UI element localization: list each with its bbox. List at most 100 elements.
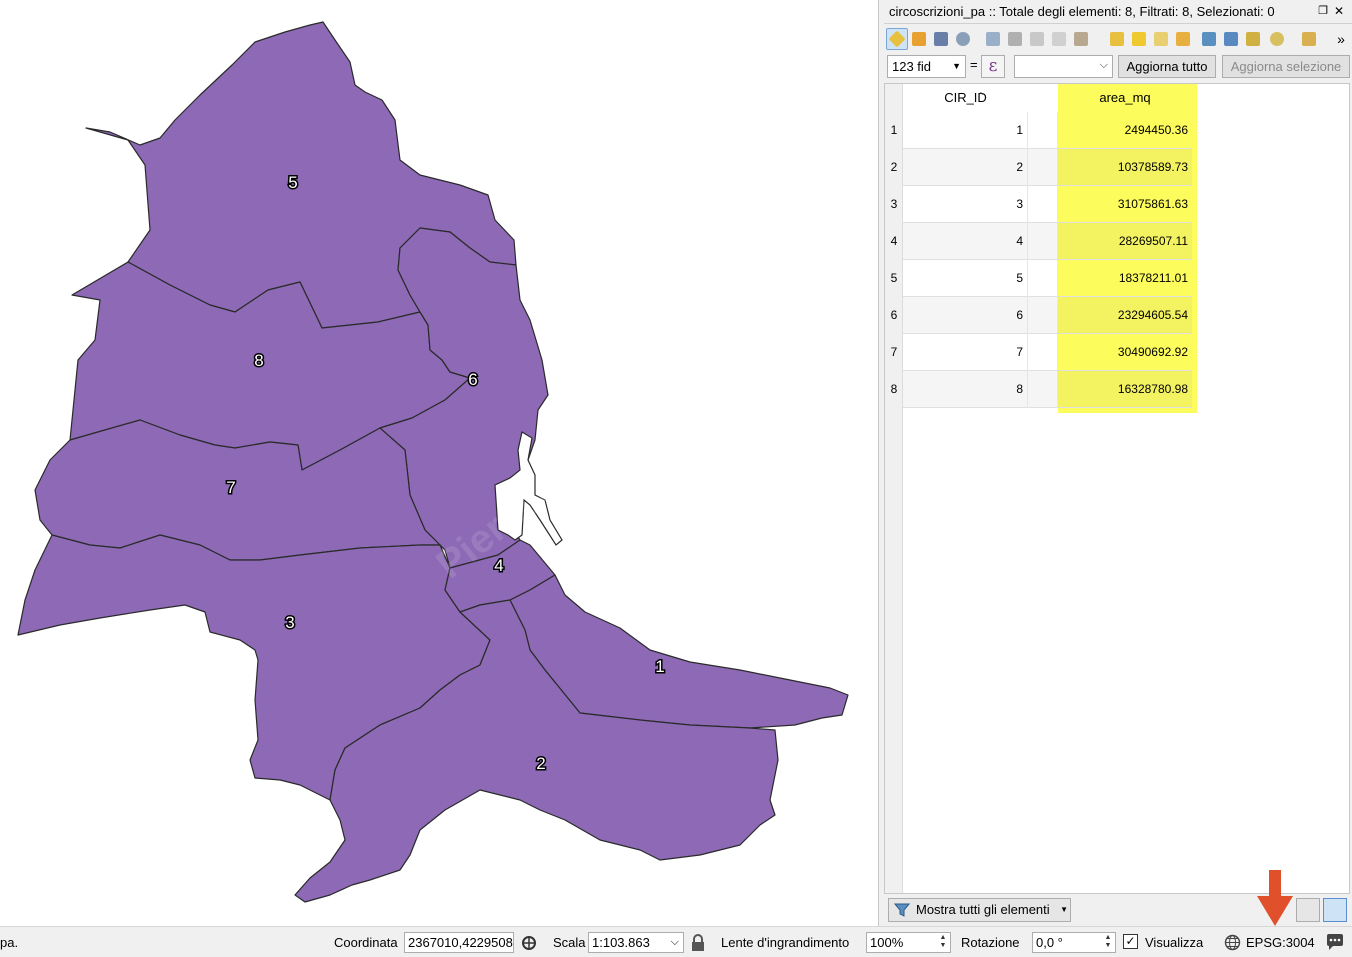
crs-button[interactable]: EPSG:3004 [1246,935,1315,950]
magnifier-field[interactable]: 100% ▲ ▼ [866,932,951,953]
float-panel-icon[interactable]: ❐ [1316,4,1330,18]
annotation-arrow-icon [1257,870,1293,926]
district-label-5: 5 [288,173,297,192]
deselect-icon[interactable] [1172,28,1194,50]
select-expression-icon[interactable] [1106,28,1128,50]
status-bar: pa. Coordinata 2367010,4229508 Scala 1:1… [0,926,1352,957]
district-label-3: 3 [285,613,294,632]
cell-spacer [1028,223,1058,260]
attribute-table-panel: circoscrizioni_pa :: Totale degli elemen… [884,0,1352,926]
table-row[interactable]: 6 6 23294605.54 [885,297,1349,334]
rotation-value: 0,0 ° [1036,935,1063,950]
coordinate-field[interactable]: 2367010,4229508 [404,932,514,953]
magnifier-label: Lente d'ingrandimento [721,935,850,950]
delete-icon[interactable] [1004,28,1026,50]
coordinate-label: Coordinata [334,935,398,950]
value-select[interactable]: ⌵ [1014,55,1113,78]
field-select[interactable]: 123 fid ▼ [887,55,966,78]
show-all-label: Mostra tutti gli elementi [916,902,1050,917]
table-row[interactable]: 4 4 28269507.11 [885,223,1349,260]
pencil-icon[interactable] [886,28,908,50]
chevron-down-icon: ⌵ [670,936,679,948]
map-svg[interactable]: 1 2 3 4 5 6 7 8 Pierecoinfinito [0,0,878,926]
row-number[interactable]: 1 [885,112,903,149]
cell-area-mq[interactable]: 18378211.01 [1058,260,1192,297]
cell-area-mq[interactable]: 28269507.11 [1058,223,1192,260]
column-header-area-mq[interactable]: area_mq [1058,84,1192,112]
lock-icon[interactable] [690,934,706,952]
table-row[interactable]: 7 7 30490692.92 [885,334,1349,371]
row-number[interactable]: 5 [885,260,903,297]
filter-icon [894,903,910,917]
close-icon[interactable]: ✕ [1332,4,1346,18]
mouse-coordinates-icon[interactable] [520,933,540,953]
district-label-1: 1 [655,657,664,676]
row-number[interactable]: 7 [885,334,903,371]
zoom-map-icon[interactable] [1266,28,1288,50]
status-message: pa. [0,935,19,950]
globe-icon[interactable] [1224,934,1241,951]
row-number[interactable]: 4 [885,223,903,260]
cell-area-mq[interactable]: 23294605.54 [1058,297,1192,334]
cell-cir-id[interactable]: 7 [903,334,1028,371]
cell-cir-id[interactable]: 3 [903,186,1028,223]
cell-cir-id[interactable]: 6 [903,297,1028,334]
cell-area-mq[interactable]: 30490692.92 [1058,334,1192,371]
cut-icon[interactable] [1026,28,1048,50]
expression-button[interactable]: ε [981,55,1005,78]
cell-cir-id[interactable]: 1 [903,112,1028,149]
copy-icon[interactable] [1048,28,1070,50]
cell-cir-id[interactable]: 4 [903,223,1028,260]
cell-area-mq[interactable]: 16328780.98 [1058,371,1192,408]
cell-spacer [1028,334,1058,371]
district-label-4: 4 [494,556,503,575]
table-row[interactable]: 5 5 18378211.01 [885,260,1349,297]
cell-cir-id[interactable]: 5 [903,260,1028,297]
cell-area-mq[interactable]: 10378589.73 [1058,149,1192,186]
select-all-icon[interactable] [1128,28,1150,50]
cell-cir-id[interactable]: 8 [903,371,1028,408]
update-all-button[interactable]: Aggiorna tutto [1118,55,1216,78]
row-number[interactable]: 8 [885,371,903,408]
table-view-button[interactable] [1323,898,1347,922]
add-feature-icon[interactable] [982,28,1004,50]
row-number[interactable]: 6 [885,297,903,334]
spinner-icon[interactable]: ▲ ▼ [1102,934,1114,951]
column-header-label: area_mq [1099,90,1151,105]
scale-value: 1:103.863 [592,935,650,950]
table-row[interactable]: 3 3 31075861.63 [885,186,1349,223]
row-number[interactable]: 3 [885,186,903,223]
new-field-icon[interactable] [1298,28,1320,50]
cell-spacer [1028,371,1058,408]
move-selection-top-icon[interactable] [1220,28,1242,50]
spinner-icon[interactable]: ▲ ▼ [937,934,949,951]
map-canvas[interactable]: 1 2 3 4 5 6 7 8 Pierecoinfinito [0,0,878,926]
scale-field[interactable]: 1:103.863 ⌵ [588,932,684,953]
paste-icon[interactable] [1070,28,1092,50]
invert-selection-icon[interactable] [1150,28,1172,50]
rotation-field[interactable]: 0,0 ° ▲ ▼ [1032,932,1116,953]
table-row[interactable]: 8 8 16328780.98 [885,371,1349,408]
cell-cir-id[interactable]: 2 [903,149,1028,186]
attribute-table-title: circoscrizioni_pa :: Totale degli elemen… [884,0,1352,24]
form-view-button[interactable] [1296,898,1320,922]
column-header-cir-id[interactable]: ^ CIR_ID [903,84,1028,112]
table-row[interactable]: 2 2 10378589.73 [885,149,1349,186]
filter-map-icon[interactable] [1198,28,1220,50]
pan-map-icon[interactable] [1242,28,1264,50]
district-label-2: 2 [536,754,545,773]
cell-spacer [1028,186,1058,223]
save-icon[interactable] [930,28,952,50]
multi-edit-icon[interactable] [908,28,930,50]
table-row[interactable]: 1 1 2494450.36 [885,112,1349,149]
render-checkbox[interactable]: ✓ [1123,934,1138,949]
more-icon[interactable]: » [1330,28,1352,50]
cell-area-mq[interactable]: 2494450.36 [1058,112,1192,149]
reload-icon[interactable] [952,28,974,50]
show-all-features-button[interactable]: Mostra tutti gli elementi ▼ [888,898,1071,922]
update-selection-button[interactable]: Aggiorna selezione [1222,55,1350,78]
row-number[interactable]: 2 [885,149,903,186]
rotation-label: Rotazione [961,935,1020,950]
cell-area-mq[interactable]: 31075861.63 [1058,186,1192,223]
messages-icon[interactable] [1325,933,1345,952]
